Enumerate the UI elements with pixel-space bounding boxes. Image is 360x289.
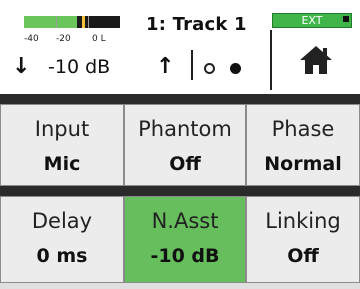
phase-button[interactable]: Phase Normal [246, 104, 360, 186]
phantom-button[interactable]: Phantom Off [124, 104, 246, 186]
track-header: -40 -20 0 L 1: Track 1 EXT ↓ -10 dB ↑ [0, 0, 360, 94]
track-title[interactable]: 1: Track 1 [146, 14, 247, 35]
meter-tick [88, 16, 89, 28]
meter-tick [56, 16, 57, 28]
row-divider [0, 186, 360, 196]
linking-value: Off [287, 245, 319, 267]
delay-button[interactable]: Delay 0 ms [0, 196, 124, 283]
gain-separator [191, 50, 193, 80]
ext-indicator: EXT [272, 13, 352, 28]
ext-corner-mark [343, 16, 349, 22]
recorder-screen: -40 -20 0 L 1: Track 1 EXT ↓ -10 dB ↑ In… [0, 0, 360, 289]
arrow-up-icon[interactable]: ↑ [156, 56, 174, 78]
delay-label: Delay [31, 209, 93, 233]
noise-assist-label: N.Asst [151, 209, 219, 233]
home-button[interactable] [270, 30, 360, 90]
home-icon [300, 46, 332, 74]
bottom-edge [0, 283, 360, 289]
linking-button[interactable]: Linking Off [246, 196, 360, 283]
linking-label: Linking [265, 209, 341, 233]
dot-indicator-icon [230, 63, 241, 74]
arrow-down-icon[interactable]: ↓ [12, 56, 30, 78]
scale-label-minus-40: -40 [24, 34, 39, 44]
gain-value: -10 dB [48, 56, 111, 78]
header-divider [0, 94, 360, 104]
phantom-value: Off [169, 153, 201, 175]
phase-label: Phase [271, 117, 335, 141]
noise-assist-button[interactable]: N.Asst -10 dB [124, 196, 246, 283]
peak-marker [82, 16, 85, 28]
level-meter-fill [24, 16, 77, 28]
ext-label: EXT [301, 14, 323, 27]
input-label: Input [34, 117, 90, 141]
input-value: Mic [43, 153, 81, 175]
scale-label-zero-left: 0 L [92, 34, 106, 44]
phantom-label: Phantom [138, 117, 232, 141]
phase-value: Normal [264, 153, 342, 175]
scale-label-minus-20: -20 [56, 34, 71, 44]
noise-assist-value: -10 dB [150, 245, 220, 267]
input-button[interactable]: Input Mic [0, 104, 124, 186]
level-meter [24, 16, 120, 28]
ring-indicator-icon [204, 63, 215, 74]
delay-value: 0 ms [36, 245, 88, 267]
